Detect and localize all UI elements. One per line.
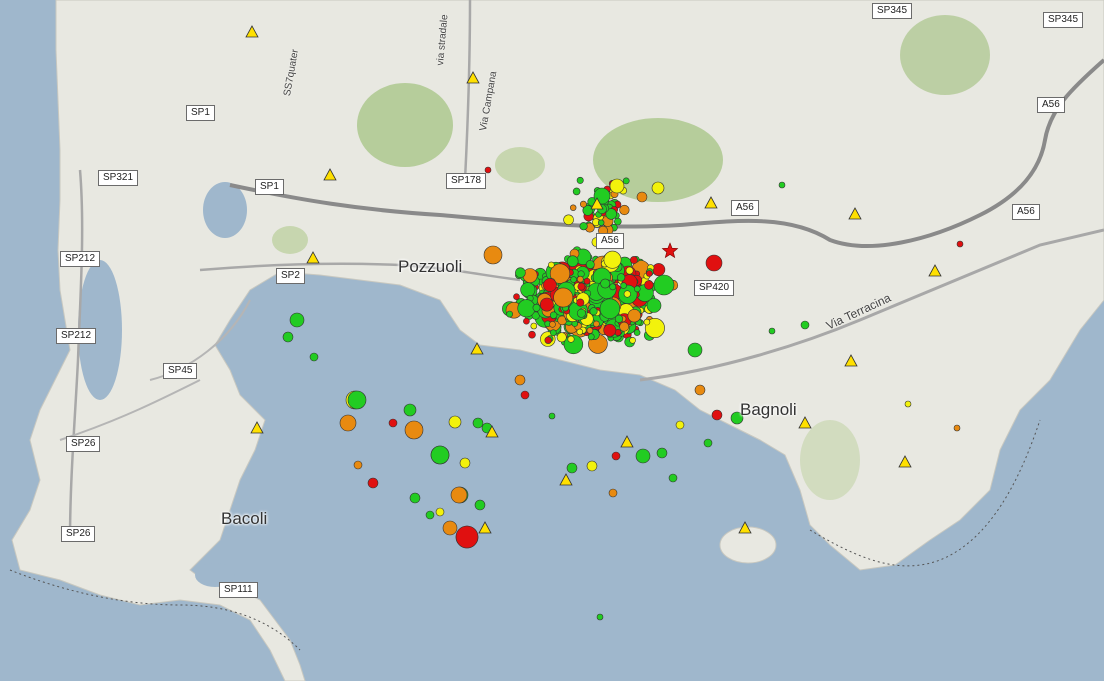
- seismic-station-icon[interactable]: [323, 168, 337, 181]
- place-label-bacoli: Bacoli: [221, 509, 268, 528]
- road-shield-sp420: SP420: [694, 280, 735, 296]
- road-shield-sp345: SP345: [872, 3, 913, 19]
- seismic-station-icon[interactable]: [848, 207, 862, 220]
- seismic-station-icon[interactable]: [844, 354, 858, 367]
- seismic-station-icon[interactable]: [559, 473, 573, 486]
- road-shield-sp321: SP321: [98, 170, 139, 186]
- road-shield-a56: A56: [1012, 204, 1040, 220]
- road-shield-a56: A56: [1037, 97, 1065, 113]
- seismic-station-icon[interactable]: [898, 455, 912, 468]
- seismic-station-icon[interactable]: [738, 521, 752, 534]
- road-shield-sp26: SP26: [61, 526, 96, 542]
- station-layer: [245, 25, 942, 534]
- seismic-station-icon[interactable]: [306, 251, 320, 264]
- seismic-station-icon[interactable]: [250, 421, 264, 434]
- road-shield-sp178: SP178: [446, 173, 487, 189]
- place-label-pozzuoli: Pozzuoli: [398, 257, 463, 276]
- seismic-station-icon[interactable]: [928, 264, 942, 277]
- seismic-station-icon[interactable]: [478, 521, 492, 534]
- seismic-station-icon[interactable]: [470, 342, 484, 355]
- seismic-station-icon[interactable]: [590, 197, 604, 210]
- seismic-station-icon[interactable]: [798, 416, 812, 429]
- road-shield-sp1: SP1: [186, 105, 215, 121]
- road-shield-sp111: SP111: [219, 582, 258, 598]
- seismic-station-icon[interactable]: [485, 425, 499, 438]
- road-shield-sp45: SP45: [163, 363, 198, 379]
- seismicity-map[interactable]: SP345 SP345 SP1 SP1 SP321 SP178 A56 A56 …: [0, 0, 1104, 681]
- road-shield-sp26: SP26: [66, 436, 101, 452]
- road-shield-a56: A56: [596, 233, 624, 249]
- road-shield-a56: A56: [731, 200, 759, 216]
- seismic-station-icon[interactable]: [620, 435, 634, 448]
- road-shield-sp212: SP212: [56, 328, 97, 344]
- road-shield-sp345: SP345: [1043, 12, 1084, 28]
- epicenter-star-icon[interactable]: [661, 242, 679, 259]
- road-shield-sp1: SP1: [255, 179, 284, 195]
- road-shield-sp2: SP2: [276, 268, 305, 284]
- seismic-station-icon[interactable]: [704, 196, 718, 209]
- seismic-station-icon[interactable]: [245, 25, 259, 38]
- road-shield-sp212: SP212: [60, 251, 101, 267]
- seismic-station-icon[interactable]: [466, 71, 480, 84]
- place-label-bagnoli: Bagnoli: [740, 400, 797, 419]
